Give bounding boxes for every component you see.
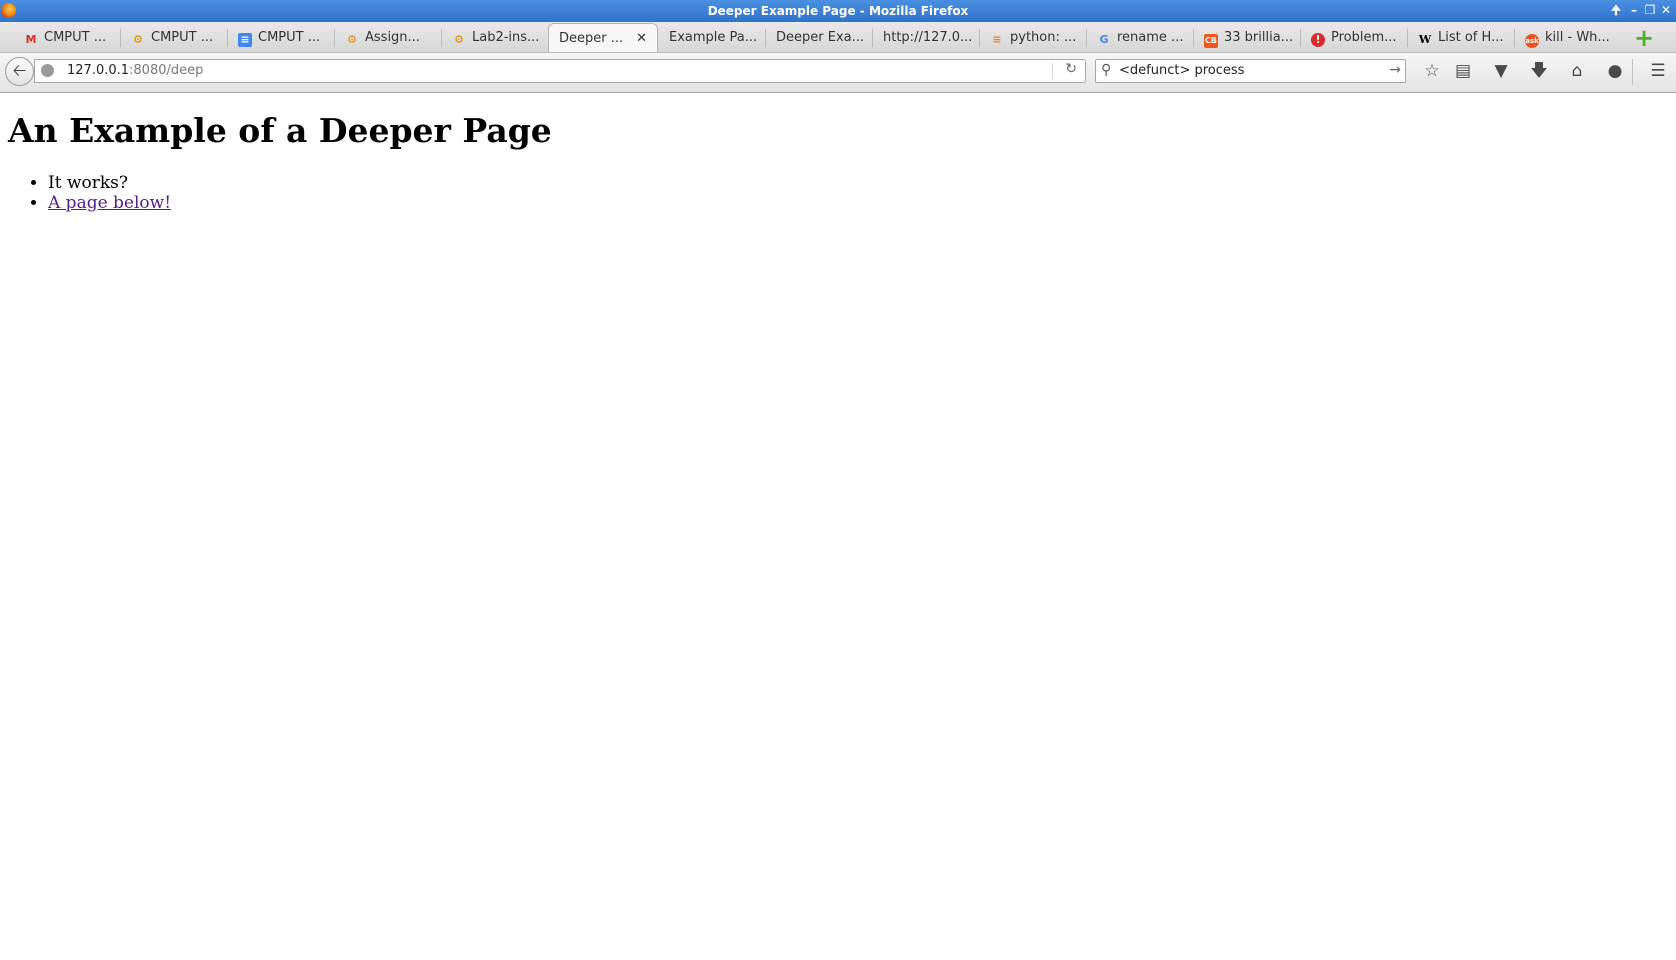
tab-gmail[interactable]: M CMPUT ... (14, 23, 121, 52)
minimize-icon[interactable]: – (1627, 2, 1641, 18)
url-bar[interactable]: 127.0.0.1:8080/deep ↻ (34, 59, 1086, 83)
reload-icon[interactable]: ↻ (1065, 61, 1077, 77)
tab-localhost[interactable]: http://127.0... (873, 23, 980, 52)
bookmark-star-icon[interactable]: ☆ (1419, 58, 1445, 84)
url-host: 127.0.0.1 (67, 63, 130, 78)
url-text[interactable]: 127.0.0.1:8080/deep (67, 63, 203, 78)
chat-icon[interactable]: ● (1602, 58, 1628, 84)
tab-label: python: ... (1010, 30, 1077, 45)
menu-icon[interactable]: ☰ (1645, 58, 1671, 84)
gmail-icon: M (25, 33, 37, 46)
tab-label: Assign... (365, 30, 420, 45)
tab-label: kill - Wh... (1545, 30, 1610, 45)
page-heading: An Example of a Deeper Page (8, 111, 552, 150)
tab-askubuntu[interactable]: ask kill - Wh... (1515, 23, 1622, 52)
tab-label: CMPUT ... (44, 30, 107, 45)
docs-icon: ≡ (238, 33, 252, 47)
tab-strip: M CMPUT ... ⚙ CMPUT ... ≡ CMPUT ... ⚙ Assign… (0, 22, 1676, 53)
cb-icon: CB (1204, 34, 1218, 48)
home-icon[interactable]: ⌂ (1564, 58, 1590, 84)
tab-label: CMPUT ... (258, 30, 321, 45)
tab-example-page[interactable]: Example Pa... (659, 23, 766, 52)
page-content: An Example of a Deeper Page It works? A … (0, 93, 1676, 960)
tab-label: rename ... (1117, 30, 1184, 45)
bullet-list: It works? A page below! (0, 173, 171, 213)
tab-label: List of H... (1438, 30, 1504, 45)
list-item-text: It works? (48, 173, 129, 193)
window-title: Deeper Example Page - Mozilla Firefox (707, 4, 969, 18)
eclass-icon: ⚙ (347, 33, 357, 46)
stackoverflow-icon: ≡ (992, 33, 1002, 46)
tab-lab2[interactable]: ⚙ Lab2-ins... (442, 23, 549, 52)
search-go-arrow-icon[interactable]: → (1389, 62, 1401, 78)
restore-icon[interactable]: ❐ (1643, 2, 1657, 18)
eclass-icon: ⚙ (454, 33, 464, 46)
tab-label: Lab2-ins... (472, 30, 540, 45)
tab-label: Problem... (1331, 30, 1397, 45)
pocket-icon[interactable]: ▼ (1488, 58, 1514, 84)
back-button[interactable]: 🡠 (5, 57, 34, 86)
tab-label: 33 brillia... (1224, 30, 1294, 45)
up-icon[interactable]: 🠉 (1609, 2, 1623, 18)
tab-docs[interactable]: ≡ CMPUT ... (228, 23, 335, 52)
tab-rename[interactable]: Grename ... (1087, 23, 1194, 52)
navigation-toolbar: 🡠 127.0.0.1:8080/deep ↻ ⚲ <defunct> proc… (0, 53, 1676, 93)
back-arrow-icon: 🡠 (12, 61, 27, 81)
tab-brilliant[interactable]: CB 33 brillia... (1194, 23, 1301, 52)
tab-close-icon[interactable]: ✕ (636, 24, 647, 52)
search-bar[interactable]: ⚲ <defunct> process → (1095, 59, 1406, 83)
close-icon[interactable]: ✕ (1659, 2, 1673, 18)
new-tab-plus-icon[interactable]: + (1632, 26, 1656, 50)
error-icon: ! (1311, 33, 1325, 47)
tab-label: CMPUT ... (151, 30, 214, 45)
tab-deeper-active[interactable]: Deeper ... ✕ (548, 23, 658, 52)
google-icon: G (1099, 33, 1109, 46)
wikipedia-icon: W (1418, 33, 1432, 46)
tab-assign[interactable]: ⚙ Assign... (335, 23, 442, 52)
tab-label: Deeper ... (559, 31, 624, 46)
list-item: It works? (48, 173, 171, 193)
download-icon[interactable]: 🡇 (1526, 58, 1552, 84)
reading-list-icon[interactable]: ▤ (1450, 58, 1476, 84)
askubuntu-icon: ask (1525, 34, 1539, 48)
tab-label: Example Pa... (669, 30, 758, 45)
page-below-link[interactable]: A page below! (48, 193, 171, 213)
tab-label: http://127.0... (883, 30, 973, 45)
url-path: :8080/deep (129, 63, 204, 78)
tab-eclass-1[interactable]: ⚙ CMPUT ... (121, 23, 228, 52)
window-titlebar: Deeper Example Page - Mozilla Firefox 🠉 … (0, 0, 1676, 22)
tab-deeper-example[interactable]: Deeper Exa... (766, 23, 873, 52)
search-input[interactable]: <defunct> process (1119, 63, 1244, 78)
tab-python[interactable]: ≡ python: ... (980, 23, 1087, 52)
tab-problem[interactable]: ! Problem... (1301, 23, 1408, 52)
list-item: A page below! (48, 193, 171, 213)
tab-wikipedia[interactable]: W List of H... (1408, 23, 1515, 52)
eclass-icon: ⚙ (133, 33, 143, 46)
tab-label: Deeper Exa... (776, 30, 865, 45)
search-icon: ⚲ (1101, 62, 1112, 78)
site-identity-icon[interactable] (41, 64, 54, 77)
